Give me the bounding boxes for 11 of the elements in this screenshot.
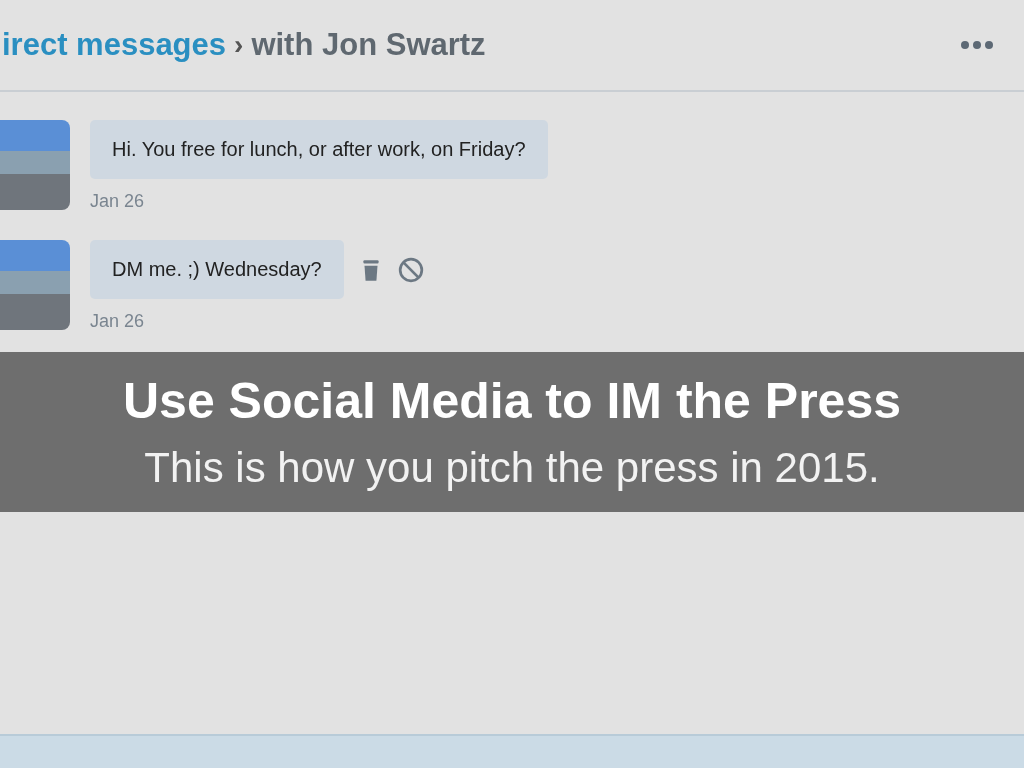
block-icon[interactable] — [397, 256, 424, 283]
slide-title: Use Social Media to IM the Press — [123, 372, 901, 430]
conversation-title[interactable]: irect messages — [2, 27, 227, 63]
message-bubble: DM me. ;) Wednesday? — [90, 240, 344, 299]
slide-subtitle: This is how you pitch the press in 2015. — [144, 444, 880, 492]
more-icon[interactable] — [960, 40, 994, 50]
breadcrumb-separator: › — [234, 29, 244, 61]
message-date: Jan 26 — [90, 191, 146, 212]
conversation-subtitle: with Jon Swartz — [251, 27, 487, 63]
message-date: Jan 26 — [90, 311, 146, 332]
message-bubble: Hi. You free for lunch, or after work, on Friday? — [90, 120, 548, 179]
